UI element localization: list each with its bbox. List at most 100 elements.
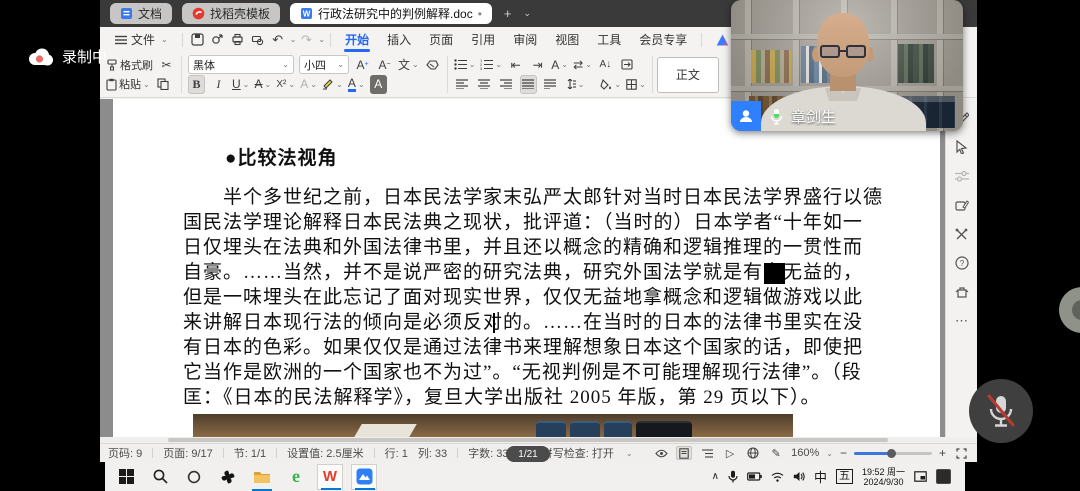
tab-docs-home[interactable]: 文档 — [110, 3, 172, 24]
strikethrough-button[interactable]: A⌄ — [254, 75, 271, 94]
new-tab-button[interactable]: + — [504, 6, 512, 21]
font-name-select[interactable]: 黑体 ⌄ — [188, 55, 294, 74]
tray-wifi-icon[interactable] — [771, 472, 784, 482]
ribbon-tab-review[interactable]: 审阅 — [504, 27, 546, 52]
italic-button[interactable]: I — [210, 75, 227, 94]
outline-view-icon[interactable] — [699, 446, 715, 460]
cortana-icon[interactable] — [181, 464, 207, 490]
start-button[interactable] — [113, 464, 139, 490]
eye-protect-icon[interactable] — [653, 446, 669, 460]
tray-battery-icon[interactable] — [747, 472, 762, 481]
ribbon-tab-view[interactable]: 视图 — [546, 27, 588, 52]
font-color-button[interactable]: A⌄ — [348, 75, 365, 94]
file-explorer-icon[interactable] — [249, 464, 275, 490]
decrease-font-button[interactable]: A− — [376, 55, 393, 74]
document-page[interactable]: ●比较法视角 半个多世纪之前，日本民法学家末弘严太郎针对当时日本民法学界盛行以德… — [113, 99, 940, 437]
tray-app-icon[interactable] — [936, 469, 951, 484]
clear-format-button[interactable] — [424, 55, 441, 74]
page-view-icon[interactable] — [676, 446, 692, 460]
char-shading-button[interactable]: A — [370, 75, 387, 94]
align-center-button[interactable] — [476, 75, 493, 94]
borders-button[interactable]: ⌄ — [626, 75, 646, 94]
decrease-indent-button[interactable]: ⇤ — [507, 55, 524, 74]
align-left-button[interactable] — [454, 75, 471, 94]
zoom-out-button[interactable]: − — [840, 446, 847, 460]
wps-taskbar-icon[interactable]: W — [317, 464, 343, 490]
shading-button[interactable]: ⌄ — [600, 75, 621, 94]
zoom-in-button[interactable]: + — [939, 446, 946, 460]
meeting-app-icon[interactable] — [351, 464, 377, 490]
ribbon-tab-tools[interactable]: 工具 — [588, 27, 630, 52]
select-tool-icon[interactable] — [953, 138, 971, 156]
underline-button[interactable]: U⌄ — [232, 75, 249, 94]
spellcheck-chevron-icon[interactable]: ⌄ — [626, 449, 633, 458]
sort-button[interactable]: A↓ — [597, 55, 614, 74]
zoom-slider-thumb[interactable] — [887, 449, 896, 458]
plugin-icon[interactable] — [953, 283, 971, 301]
line-spacing-button[interactable]: ⌄ — [564, 75, 585, 94]
increase-indent-button[interactable]: ⇥ — [529, 55, 546, 74]
tab-active-document[interactable]: W 行政法研究中的判例解释.doc • — [290, 3, 492, 24]
tray-ime-mode[interactable]: 五 — [836, 469, 853, 484]
tab-list-chevron-icon[interactable]: ⌄ — [524, 8, 532, 19]
tray-volume-icon[interactable] — [793, 471, 805, 482]
play-view-icon[interactable]: ▷ — [722, 446, 738, 460]
align-right-button[interactable] — [498, 75, 515, 94]
increase-font-button[interactable]: A+ — [354, 55, 371, 74]
tools-icon[interactable] — [953, 225, 971, 243]
redo-button[interactable]: ↷ — [296, 31, 316, 49]
ribbon-tab-member[interactable]: 会员专享 — [630, 27, 696, 52]
pen-mode-icon[interactable]: ✎ — [768, 446, 784, 460]
superscript-button[interactable]: X²⌄ — [276, 75, 295, 94]
export-button[interactable] — [208, 31, 228, 49]
more-icon[interactable]: ⋯ — [953, 312, 971, 330]
tray-clock[interactable]: 19:52 周一 2024/9/30 — [862, 467, 905, 487]
ribbon-tab-home[interactable]: 开始 — [336, 27, 378, 52]
phonetic-guide-button[interactable]: 文⌄ — [398, 55, 419, 74]
help-icon[interactable]: ? — [953, 254, 971, 272]
cut-button[interactable]: ✂ — [158, 55, 175, 74]
embedded-photo[interactable] — [193, 414, 793, 437]
justify-button[interactable] — [520, 75, 537, 94]
format-painter-button[interactable]: 格式刷 — [106, 55, 153, 74]
annotation-erase-icon[interactable] — [953, 196, 971, 214]
tray-pip-icon[interactable] — [914, 471, 927, 482]
number-list-button[interactable]: 123⌄ — [480, 55, 502, 74]
distribute-button[interactable] — [542, 75, 559, 94]
tray-ime-indicator[interactable]: 中 — [814, 467, 827, 486]
browser-icon[interactable]: e — [283, 464, 309, 490]
webcam-view[interactable]: 章剑生 — [731, 0, 963, 131]
adjust-settings-icon[interactable] — [953, 167, 971, 185]
mic-muted-button[interactable] — [969, 379, 1033, 443]
print-button[interactable] — [228, 31, 248, 49]
show-marks-button[interactable] — [619, 55, 636, 74]
bold-button[interactable]: B — [188, 75, 205, 94]
pinwheel-app-icon[interactable] — [215, 464, 241, 490]
font-size-select[interactable]: 小四 ⌄ — [299, 55, 349, 74]
cjk-layout-button[interactable]: ⇄⌄ — [573, 55, 592, 74]
highlight-button[interactable]: ⌄ — [322, 75, 343, 94]
scrollbar-thumb[interactable] — [168, 438, 888, 442]
ribbon-tab-insert[interactable]: 插入 — [378, 27, 420, 52]
tab-docer-templates[interactable]: 找稻壳模板 — [182, 3, 280, 24]
floating-bubble[interactable] — [1059, 287, 1080, 333]
print-preview-button[interactable] — [248, 31, 268, 49]
fullscreen-icon[interactable] — [953, 446, 969, 460]
text-tool-button[interactable]: A⌄ — [551, 55, 568, 74]
paste-button[interactable]: 粘贴 ⌄ — [106, 75, 150, 94]
taskbar-search-icon[interactable] — [147, 464, 173, 490]
undo-button[interactable]: ↶ — [268, 31, 288, 49]
web-view-icon[interactable] — [745, 446, 761, 460]
file-menu[interactable]: 文件 ⌄ — [106, 27, 177, 52]
ribbon-tab-page[interactable]: 页面 — [420, 27, 462, 52]
undo-chevron-icon[interactable]: ⌄ — [290, 35, 297, 44]
save-button[interactable] — [188, 31, 208, 49]
tray-expand-icon[interactable]: ∧ — [712, 471, 719, 482]
text-effect-button[interactable]: A⌄ — [300, 75, 317, 94]
tray-mic-icon[interactable] — [728, 470, 738, 483]
ribbon-tab-reference[interactable]: 引用 — [462, 27, 504, 52]
zoom-slider[interactable] — [854, 452, 932, 455]
copy-button[interactable] — [155, 75, 172, 94]
status-spellcheck[interactable]: 拼写检查: 打开 — [542, 445, 614, 461]
bullet-list-button[interactable]: ⌄ — [454, 55, 476, 74]
